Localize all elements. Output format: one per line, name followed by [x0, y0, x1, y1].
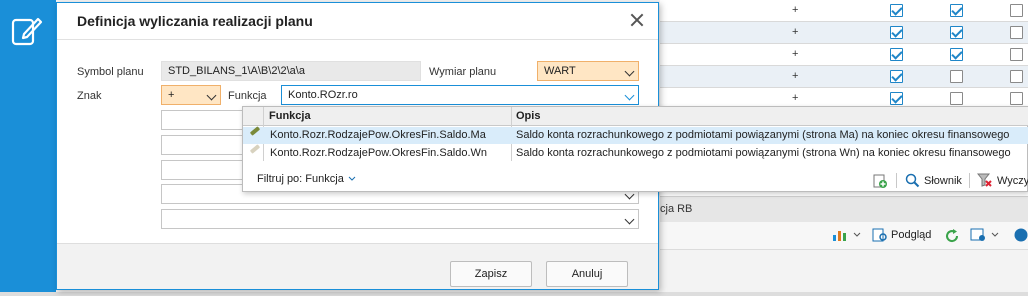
table-row[interactable]: + — [660, 66, 1028, 88]
function-combobox[interactable]: Konto.ROzr.ro — [281, 85, 639, 105]
save-button[interactable]: Zapisz — [450, 261, 532, 287]
checkbox[interactable] — [1010, 70, 1023, 83]
checkbox[interactable] — [950, 48, 963, 61]
extra-combobox[interactable] — [161, 209, 639, 229]
symbol-value: STD_BILANS_1\A\B\2\2\a\a — [168, 65, 305, 77]
list-item[interactable]: Konto.Rozr.RodzajePow.OkresFin.Saldo.Wn … — [243, 144, 1028, 162]
plus-cell: + — [792, 92, 799, 104]
function-description: Saldo konta rozrachunkowego z podmiotami… — [516, 147, 1011, 159]
function-name: Konto.Rozr.RodzajePow.OkresFin.Saldo.Ma — [270, 129, 486, 141]
close-icon[interactable] — [628, 11, 646, 29]
checkbox[interactable] — [950, 70, 963, 83]
dialog-title: Definicja wyliczania realizacji planu — [77, 13, 313, 29]
function-value: Konto.ROzr.ro — [288, 89, 358, 101]
function-dropdown: Funkcja Opis Konto.Rozr.RodzajePow.Okres… — [242, 106, 1028, 192]
function-name: Konto.Rozr.RodzajePow.OkresFin.Saldo.Wn — [270, 147, 488, 159]
divider — [896, 173, 897, 188]
plus-cell: + — [792, 70, 799, 82]
dropdown-header: Funkcja Opis — [243, 107, 1028, 126]
preview-label: Podgląd — [891, 229, 932, 241]
checkbox[interactable] — [950, 26, 963, 39]
table-row[interactable]: + — [660, 0, 1028, 22]
settings-menu-button[interactable] — [970, 228, 999, 242]
background-toolbar: Podgląd — [660, 222, 1028, 250]
tab-rb[interactable]: cja RB — [660, 201, 698, 217]
table-row[interactable]: + — [660, 44, 1028, 66]
dictionary-button[interactable]: Słownik — [905, 173, 962, 188]
clear-button[interactable]: Wyczyś — [977, 173, 1028, 188]
checkbox[interactable] — [890, 4, 903, 17]
status-strip — [0, 292, 1028, 296]
clear-label: Wyczyś — [997, 174, 1028, 187]
column-header-description[interactable]: Opis — [516, 110, 540, 122]
checkbox[interactable] — [1010, 92, 1023, 105]
dictionary-label: Słownik — [924, 174, 962, 187]
chevron-down-icon — [991, 232, 999, 237]
sign-value: + — [168, 89, 175, 101]
checkbox[interactable] — [1010, 4, 1023, 17]
tab-strip: cja RB — [660, 196, 1028, 222]
chevron-down-icon — [624, 66, 635, 77]
checkbox[interactable] — [1010, 26, 1023, 39]
chevron-down-icon — [624, 214, 635, 225]
checkbox[interactable] — [1010, 48, 1023, 61]
pencil-icon — [249, 126, 261, 136]
chevron-down-icon — [624, 90, 635, 101]
filter-label: Filtruj po: Funkcja — [257, 173, 344, 185]
bar-chart-icon — [833, 231, 846, 241]
pencil-icon — [249, 144, 261, 154]
clear-filter-icon — [977, 173, 992, 187]
dimension-select[interactable]: WART — [537, 61, 639, 81]
filter-button[interactable]: Filtruj po: Funkcja — [257, 173, 356, 185]
list-item[interactable]: Konto.Rozr.RodzajePow.OkresFin.Saldo.Ma … — [243, 126, 1028, 144]
plus-cell: + — [792, 4, 799, 16]
dimension-label: Wymiar planu — [429, 66, 497, 78]
divider — [57, 39, 658, 40]
function-description: Saldo konta rozrachunkowego z podmiotami… — [516, 129, 1010, 141]
dropdown-footer: Filtruj po: Funkcja Słownik Wyczyś — [243, 169, 1028, 191]
refresh-button[interactable] — [944, 228, 960, 244]
plus-cell: + — [792, 48, 799, 60]
dimension-value: WART — [544, 65, 576, 77]
function-label: Funkcja — [228, 90, 267, 102]
preview-button[interactable]: Podgląd — [872, 228, 931, 242]
dialog-footer: Zapisz Anuluj — [57, 243, 658, 289]
chevron-down-icon — [348, 176, 356, 181]
checkbox[interactable] — [890, 70, 903, 83]
help-icon — [1014, 228, 1028, 242]
chevron-down-icon — [853, 232, 861, 237]
checkbox[interactable] — [890, 92, 903, 105]
edit-document-icon — [11, 17, 43, 46]
divider — [969, 173, 970, 188]
sign-label: Znak — [77, 90, 102, 102]
symbol-field: STD_BILANS_1\A\B\2\2\a\a — [161, 61, 421, 81]
chevron-down-icon — [206, 90, 217, 101]
checkbox[interactable] — [950, 92, 963, 105]
refresh-icon — [946, 229, 959, 243]
help-button[interactable] — [1014, 228, 1028, 242]
settings-icon — [970, 228, 985, 241]
add-document-icon — [873, 174, 887, 188]
cancel-button[interactable]: Anuluj — [546, 261, 628, 287]
checkbox[interactable] — [890, 26, 903, 39]
table-row[interactable]: + — [660, 22, 1028, 44]
plus-cell: + — [792, 26, 799, 38]
chart-menu-button[interactable] — [832, 228, 861, 242]
app-sidebar — [0, 0, 56, 292]
sign-select[interactable]: + — [161, 85, 221, 105]
search-icon — [905, 173, 920, 188]
symbol-label: Symbol planu — [77, 66, 144, 78]
checkbox[interactable] — [890, 48, 903, 61]
preview-icon — [872, 228, 887, 242]
add-button[interactable] — [872, 173, 888, 189]
column-header-function[interactable]: Funkcja — [269, 110, 311, 122]
checkbox[interactable] — [950, 4, 963, 17]
